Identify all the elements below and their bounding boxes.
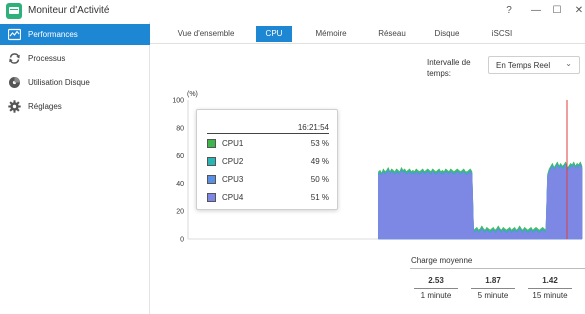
- tab-memoire[interactable]: Mémoire: [305, 26, 357, 42]
- load-cell-5min: 1.87 5 minute: [467, 273, 519, 303]
- load-value: 1.42: [542, 276, 558, 285]
- chart-tooltip: 16:21:54 CPU1 53 % CPU2 49 % CPU3 50 % C…: [196, 109, 338, 210]
- y-tick-label: 40: [176, 181, 184, 188]
- sidebar-item-label: Processus: [28, 54, 66, 63]
- tooltip-time: 16:21:54: [207, 123, 329, 134]
- tooltip-series-name: CPU2: [222, 157, 244, 166]
- sidebar-item-utilisation-disque[interactable]: Utilisation Disque: [0, 72, 150, 93]
- y-tick-label: 80: [176, 125, 184, 132]
- sidebar-item-processus[interactable]: Processus: [0, 48, 150, 69]
- load-value: 2.53: [428, 276, 444, 285]
- tooltip-row-cpu1: CPU1 53 %: [207, 138, 329, 148]
- sidebar-item-label: Réglages: [28, 102, 62, 111]
- tooltip-series-value: 49 %: [310, 157, 329, 166]
- sidebar-item-label: Performances: [28, 30, 78, 39]
- sidebar-item-performances[interactable]: Performances: [0, 24, 150, 45]
- load-period-label: 1 minute: [420, 291, 452, 300]
- maximize-button[interactable]: ☐: [548, 2, 566, 20]
- interval-select[interactable]: En Temps Reel ⌄: [488, 56, 580, 74]
- tooltip-row-cpu4: CPU4 51 %: [207, 192, 329, 202]
- tooltip-series-value: 50 %: [310, 175, 329, 184]
- cpu-series-group: [378, 161, 583, 240]
- y-tick-label: 100: [172, 98, 184, 105]
- chart-unit-label: (%): [187, 91, 198, 98]
- load-value: 1.87: [485, 276, 501, 285]
- tooltip-series-value: 51 %: [310, 193, 329, 202]
- tab-reseau[interactable]: Réseau: [368, 26, 416, 42]
- performance-icon: [8, 28, 21, 41]
- tab-iscsi[interactable]: iSCSI: [480, 26, 524, 42]
- tab-cpu[interactable]: CPU: [256, 26, 292, 42]
- tooltip-series-name: CPU3: [222, 175, 244, 184]
- gear-icon: [8, 100, 21, 113]
- tooltip-row-cpu2: CPU2 49 %: [207, 156, 329, 166]
- tooltip-series-name: CPU1: [222, 139, 244, 148]
- title-bar: Moniteur d'Activité ? — ☐ ✕: [0, 0, 585, 22]
- y-tick-label: 0: [180, 237, 184, 244]
- sidebar-item-reglages[interactable]: Réglages: [0, 96, 150, 117]
- cpu2-swatch: [207, 157, 216, 166]
- tooltip-series-value: 53 %: [310, 139, 329, 148]
- y-axis-ticks: 100 80 60 40 20 0: [172, 98, 184, 244]
- tab-disque[interactable]: Disque: [425, 26, 469, 42]
- load-average-title: Charge moyenne: [411, 256, 473, 265]
- load-period-label: 15 minute: [532, 291, 568, 300]
- activity-monitor-app-icon: [6, 3, 22, 19]
- tooltip-row-cpu3: CPU3 50 %: [207, 174, 329, 184]
- tab-vue-ensemble[interactable]: Vue d'ensemble: [162, 26, 250, 42]
- load-cell-15min: 1.42 15 minute: [524, 273, 576, 303]
- y-tick-label: 60: [176, 153, 184, 160]
- cpu1-swatch: [207, 139, 216, 148]
- minimize-button[interactable]: —: [527, 2, 545, 20]
- cpu3-swatch: [207, 175, 216, 184]
- chevron-down-icon: ⌄: [565, 59, 572, 68]
- y-tick-label: 20: [176, 209, 184, 216]
- series-cpu4: [378, 164, 583, 240]
- interval-value: En Temps Reel: [496, 61, 551, 70]
- close-button[interactable]: ✕: [570, 2, 585, 20]
- help-button[interactable]: ?: [500, 2, 518, 20]
- sidebar-item-label: Utilisation Disque: [28, 78, 90, 87]
- process-icon: [9, 53, 20, 64]
- tooltip-series-name: CPU4: [222, 193, 244, 202]
- interval-label: Intervalle de temps:: [427, 58, 471, 78]
- tab-bar: Vue d'ensemble CPU Mémoire Réseau Disque…: [150, 22, 585, 44]
- load-average-divider: [410, 268, 585, 269]
- load-cell-1min: 2.53 1 minute: [410, 273, 462, 303]
- cpu4-swatch: [207, 193, 216, 202]
- disk-usage-icon: [9, 77, 20, 88]
- window-title: Moniteur d'Activité: [28, 5, 110, 16]
- load-period-label: 5 minute: [477, 291, 509, 300]
- sidebar: Performances Processus Utilisation Disqu…: [0, 22, 150, 314]
